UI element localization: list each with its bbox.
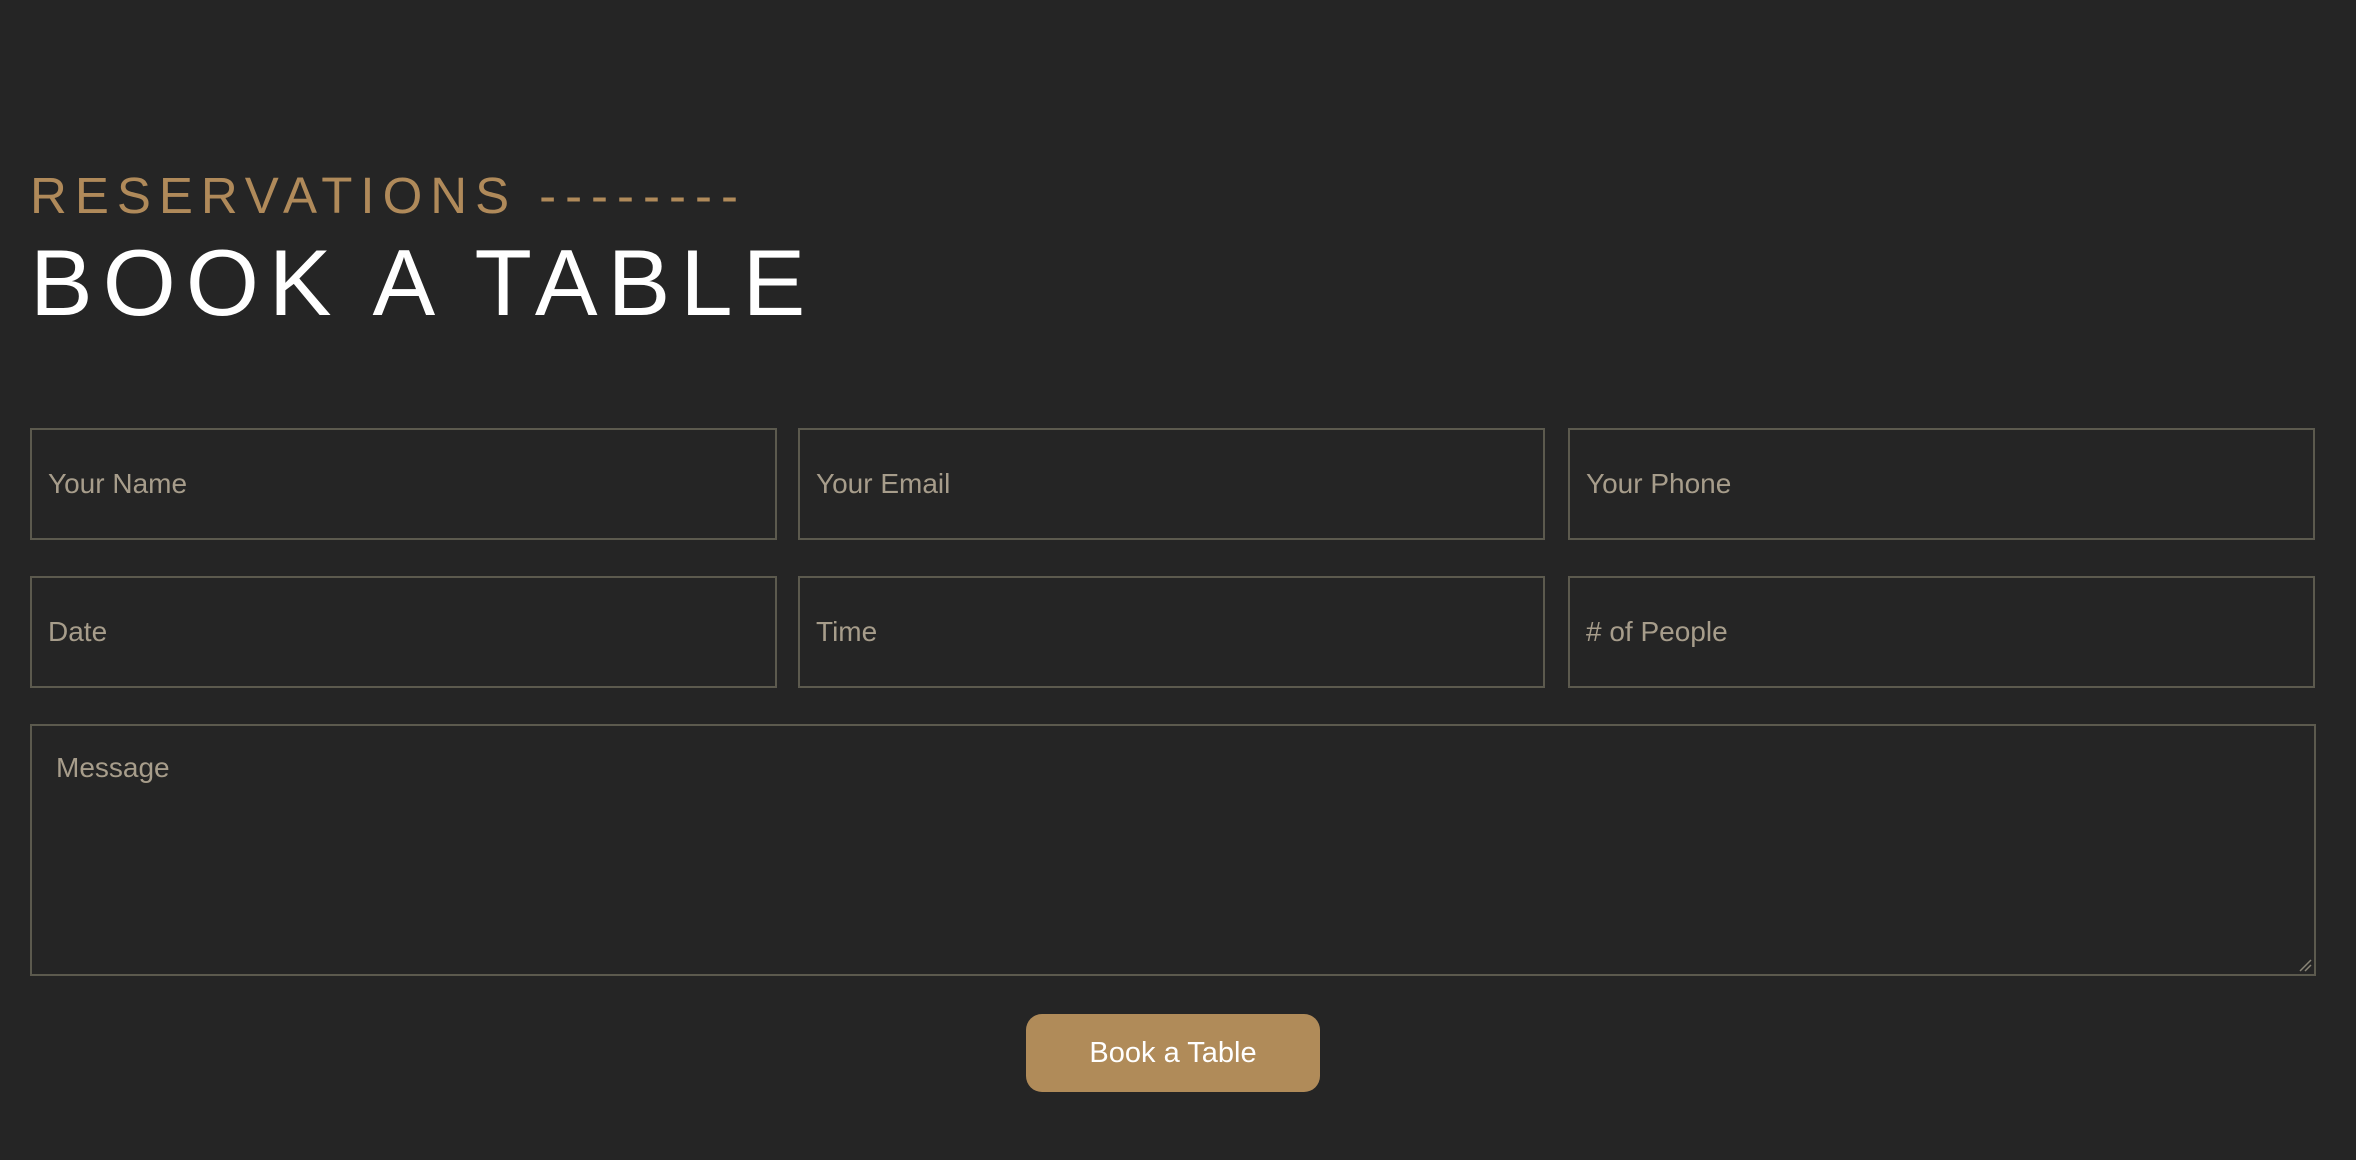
resize-grip-icon[interactable] <box>2298 958 2312 972</box>
eyebrow-label: RESERVATIONS <box>30 167 518 224</box>
eyebrow-dashes: -------- <box>539 167 747 224</box>
message-field[interactable] <box>30 724 2316 976</box>
book-table-button[interactable]: Book a Table <box>1026 1014 1320 1092</box>
time-field[interactable] <box>798 576 1545 688</box>
phone-field[interactable] <box>1568 428 2315 540</box>
form-row-contact <box>30 428 2316 540</box>
reservation-section: RESERVATIONS -------- BOOK A TABLE Book a… <box>30 0 2316 1160</box>
people-field[interactable] <box>1568 576 2315 688</box>
name-field[interactable] <box>30 428 777 540</box>
page-title: BOOK A TABLE <box>30 230 816 335</box>
section-eyebrow: RESERVATIONS -------- <box>30 166 747 226</box>
email-field[interactable] <box>798 428 1545 540</box>
form-row-booking <box>30 576 2316 688</box>
date-field[interactable] <box>30 576 777 688</box>
